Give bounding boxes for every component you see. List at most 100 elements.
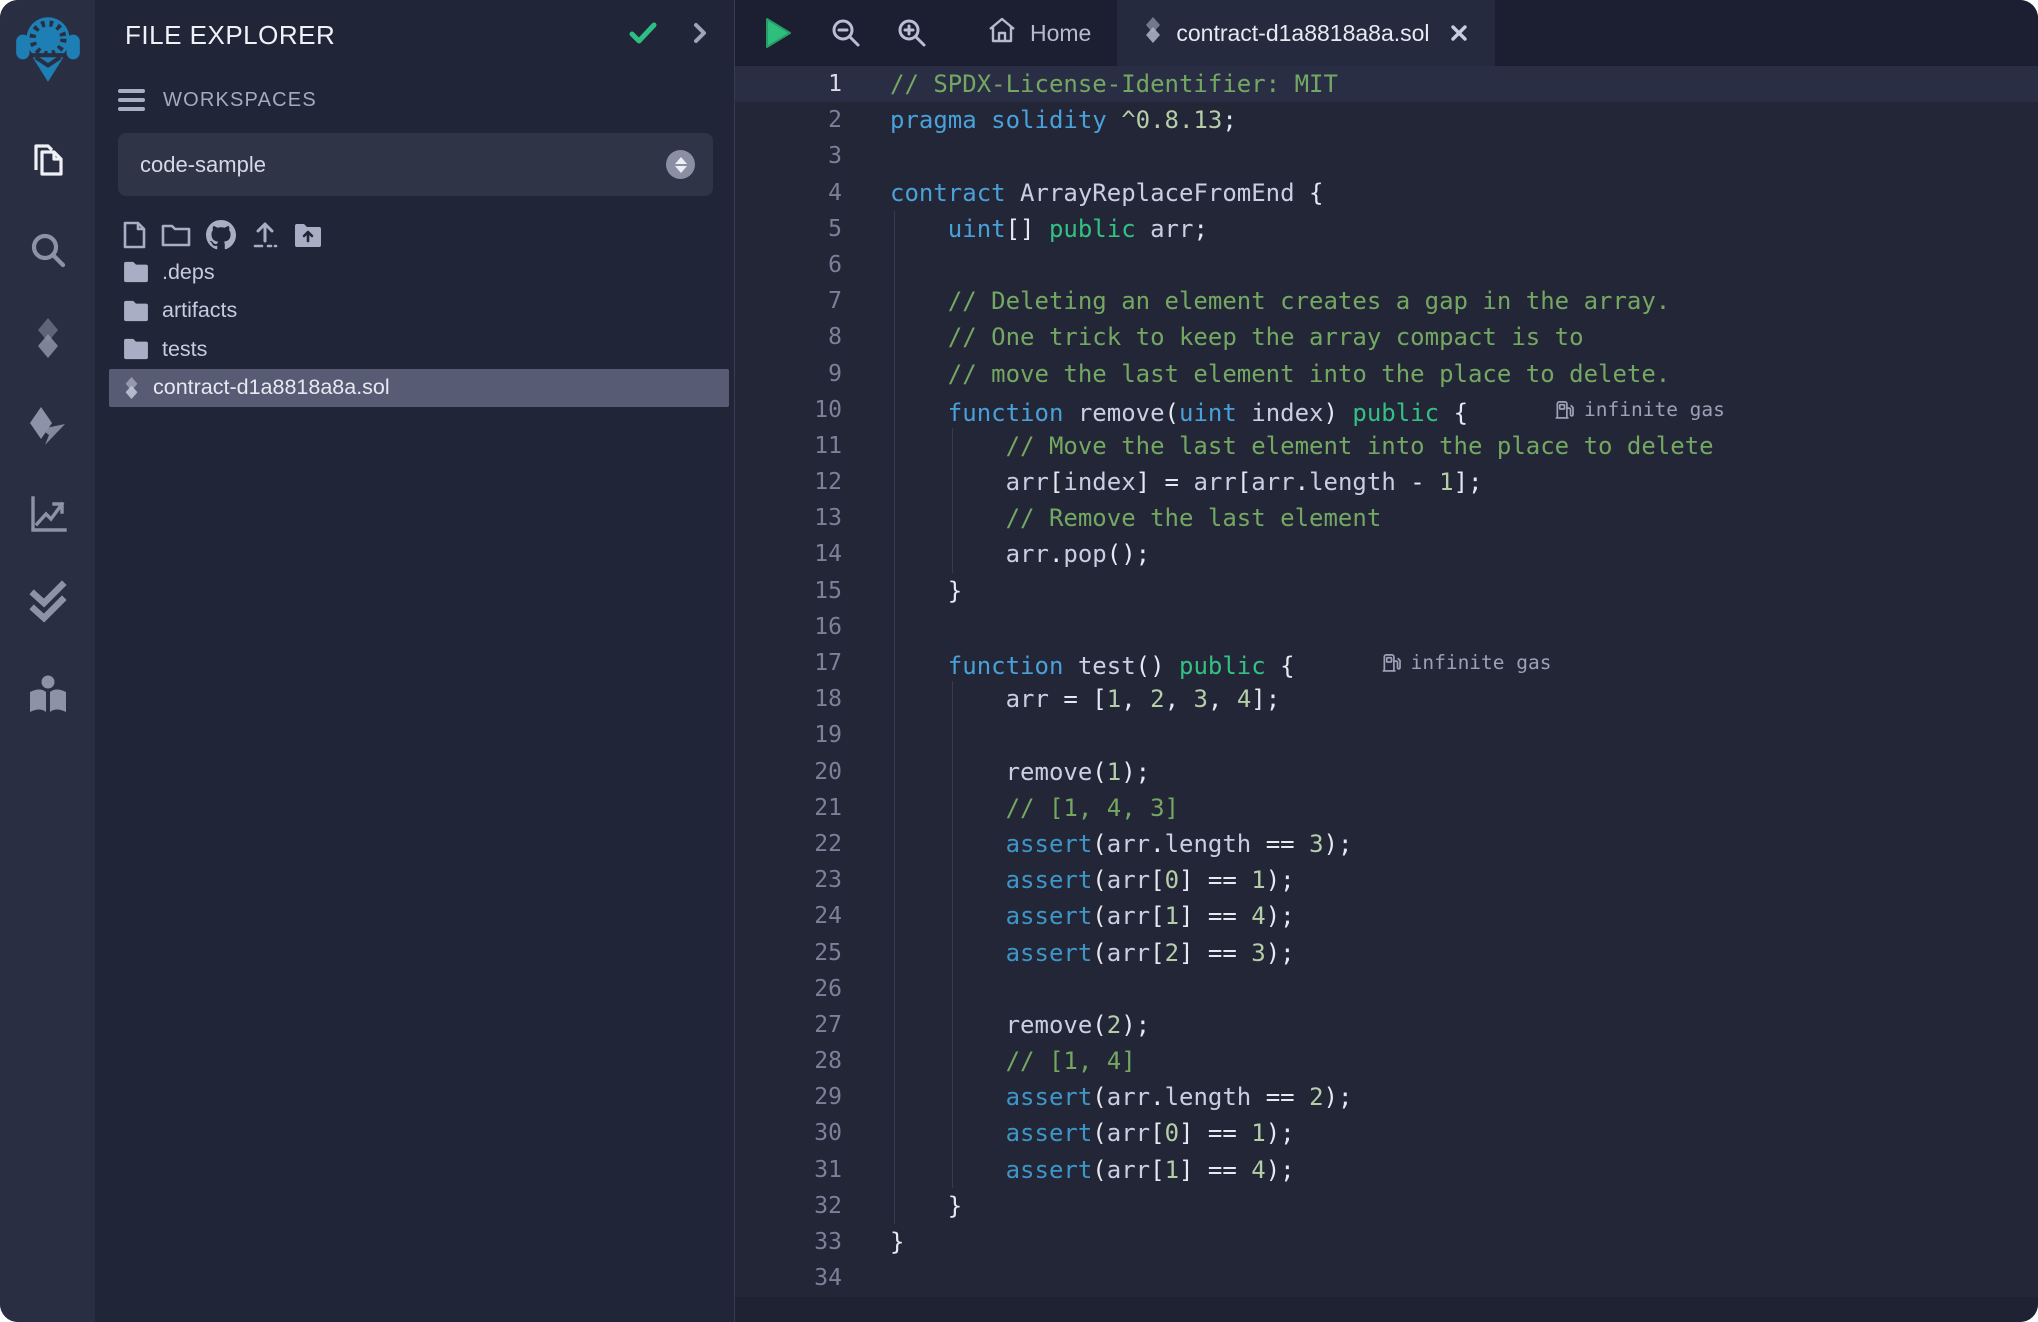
line-number: 16 [735,609,880,645]
line-number: 5 [735,211,880,247]
line-number: 3 [735,138,880,174]
create-new-file-icon[interactable] [123,221,146,249]
code-line-28: 28 // [1, 4] [735,1043,2038,1079]
code-line-4: 4contract ArrayReplaceFromEnd { [735,175,2038,211]
code-line-7: 7 // Deleting an element creates a gap i… [735,283,2038,319]
code-line-text: // [1, 4, 3] [890,790,1179,826]
sidebar-item-solidity-unit-testing[interactable] [0,558,95,646]
line-number: 23 [735,862,880,898]
activity-bar [0,0,95,1322]
gas-label: infinite gas [1411,645,1552,681]
folder-icon [123,261,149,283]
code-line-14: 14 arr.pop(); [735,536,2038,572]
run-script-button[interactable] [735,0,813,66]
line-number: 1 [735,66,880,102]
line-number: 21 [735,790,880,826]
sidebar-item-solidity-analyzers[interactable] [0,470,95,558]
line-number: 33 [735,1224,880,1260]
remix-logo-icon[interactable] [12,6,84,90]
line-number: 13 [735,500,880,536]
file-explorer-header: FILE EXPLORER [95,0,734,70]
sidebar-item-deploy-and-run[interactable] [0,382,95,470]
line-number: 29 [735,1079,880,1115]
tree-item-contract-d1a8818a8a-sol[interactable]: contract-d1a8818a8a.sol [109,369,729,408]
infinite-gas-annotation: infinite gas [1554,392,1725,428]
tab-contract-d1a8818a8a-sol[interactable]: contract-d1a8818a8a.sol [1117,0,1494,66]
line-number: 9 [735,356,880,392]
code-line-text: uint[] public arr; [890,211,1208,247]
code-line-text: } [890,1188,962,1224]
code-line-text: // [1, 4] [890,1043,1136,1079]
sidebar-item-search[interactable] [0,206,95,294]
code-line-text: // Deleting an element creates a gap in … [890,283,1670,319]
code-editor[interactable]: 1// SPDX-License-Identifier: MIT2pragma … [735,66,2038,1297]
search-icon [25,227,71,273]
code-line-31: 31 assert(arr[1] == 4); [735,1152,2038,1188]
code-line-text: assert(arr[2] == 3); [890,935,1295,971]
line-number: 18 [735,681,880,717]
workspace-selected-value: code-sample [140,152,666,178]
code-line-text: assert(arr.length == 2); [890,1079,1352,1115]
line-number: 17 [735,645,880,681]
indent-guide [952,428,953,573]
gas-label: infinite gas [1584,392,1725,428]
code-line-26: 26 [735,971,2038,1007]
create-new-folder-icon[interactable] [161,222,191,248]
tree-item-tests[interactable]: tests [95,330,734,369]
workspace-select[interactable]: code-sample [118,133,713,196]
clone-git-repository-icon[interactable] [206,220,236,250]
code-line-10: 10 function remove(uint index) public {i… [735,392,2038,428]
code-line-30: 30 assert(arr[0] == 1); [735,1115,2038,1151]
gas-pump-icon [1554,399,1575,421]
line-number: 24 [735,898,880,934]
line-number: 20 [735,754,880,790]
infinite-gas-annotation: infinite gas [1381,645,1552,681]
code-line-23: 23 assert(arr[0] == 1); [735,862,2038,898]
upload-files-icon[interactable] [251,221,279,249]
code-line-34: 34 [735,1260,2038,1296]
chevron-right-icon[interactable] [692,21,708,50]
close-tab-icon[interactable] [1449,23,1469,43]
gas-pump-icon [1381,652,1402,674]
files-icon [25,139,71,185]
code-line-15: 15 } [735,573,2038,609]
workspaces-menu-icon[interactable] [118,89,145,111]
indent-guide [894,211,895,1225]
sidebar-item-solidity-compiler[interactable] [0,294,95,382]
workspace-caret-icon [666,150,695,179]
code-line-text: assert(arr[1] == 4); [890,898,1295,934]
code-line-text: } [890,573,962,609]
sidebar-item-file-explorer[interactable] [0,118,95,206]
upload-folder-icon[interactable] [294,223,322,248]
check-icon[interactable] [628,20,658,51]
tree-item-artifacts[interactable]: artifacts [95,292,734,331]
code-line-33: 33} [735,1224,2038,1260]
ethereum-deploy-icon [25,403,71,449]
code-line-text: function test() public {infinite gas [890,645,1552,681]
code-line-text: pragma solidity ^0.8.13; [890,102,1237,138]
tree-item-label: .deps [162,260,215,285]
code-line-text: } [890,1224,904,1260]
sidebar-item-learneth[interactable] [0,652,95,740]
tab-home[interactable]: Home [961,0,1117,66]
code-line-22: 22 assert(arr.length == 3); [735,826,2038,862]
tab-label: contract-d1a8818a8a.sol [1176,20,1429,47]
remix-ide-window: FILE EXPLORER WORKSPACES code-sample [0,0,2038,1322]
code-line-text: contract ArrayReplaceFromEnd { [890,175,1323,211]
tree-item--deps[interactable]: .deps [95,253,734,292]
tab-label: Home [1030,20,1091,47]
line-number: 8 [735,319,880,355]
code-line-text: arr = [1, 2, 3, 4]; [890,681,1280,717]
code-line-text: arr.pop(); [890,536,1150,572]
code-line-24: 24 assert(arr[1] == 4); [735,898,2038,934]
code-line-1: 1// SPDX-License-Identifier: MIT [735,66,2038,102]
editor-column: Home contract-d1a8818a8a.sol 1// SPDX-Li… [735,0,2038,1322]
tree-item-label: tests [162,337,207,362]
zoom-in-icon[interactable] [879,0,945,66]
line-number: 22 [735,826,880,862]
code-line-21: 21 // [1, 4, 3] [735,790,2038,826]
code-line-19: 19 [735,717,2038,753]
file-explorer-panel: FILE EXPLORER WORKSPACES code-sample [95,0,735,1322]
line-number: 30 [735,1115,880,1151]
zoom-out-icon[interactable] [813,0,879,66]
